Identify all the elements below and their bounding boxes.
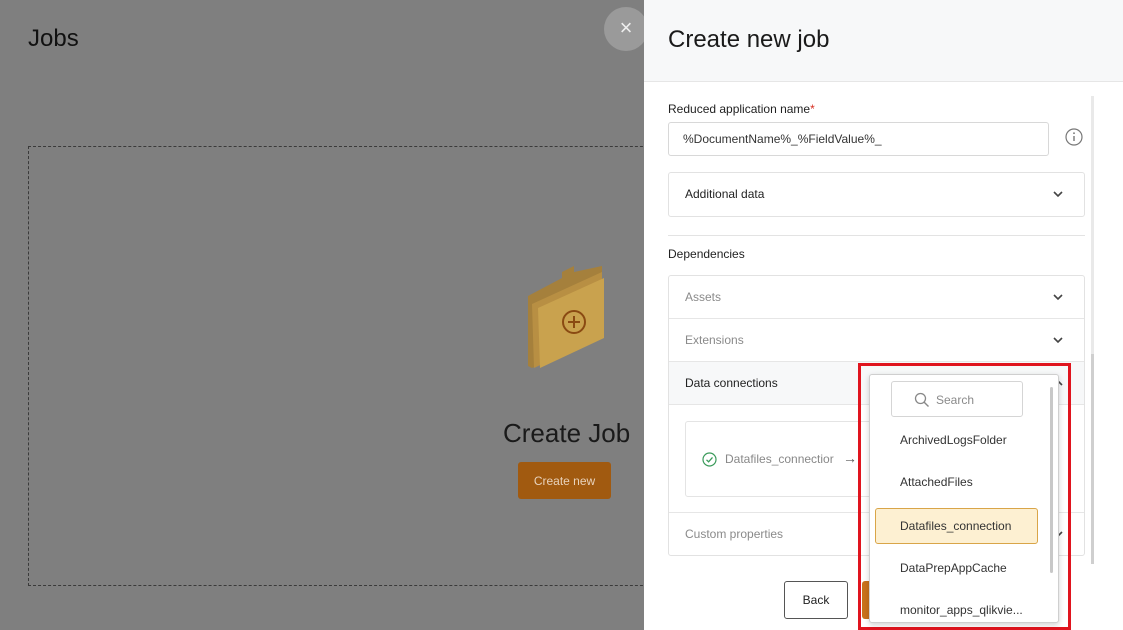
- close-icon: ×: [619, 15, 633, 40]
- check-circle-icon: [702, 452, 717, 467]
- additional-data-label: Additional data: [685, 187, 765, 201]
- dropdown-scrollbar[interactable]: [1050, 387, 1053, 573]
- folder-add-icon: [528, 266, 604, 368]
- data-connection-dropdown: Search ArchivedLogsFolder AttachedFiles …: [869, 374, 1059, 623]
- custom-properties-label: Custom properties: [685, 527, 784, 541]
- drawer-scrollbar[interactable]: [1091, 96, 1094, 564]
- info-icon[interactable]: [1065, 128, 1083, 146]
- page-title: Jobs: [28, 25, 79, 52]
- assets-label: Assets: [685, 290, 722, 304]
- dropdown-option[interactable]: AttachedFiles: [876, 464, 1039, 500]
- dropdown-option[interactable]: DataPrepAppCache: [876, 550, 1039, 586]
- create-new-button[interactable]: Create new: [518, 462, 611, 499]
- accordion-extensions[interactable]: Extensions: [669, 319, 1084, 362]
- accordion-assets[interactable]: Assets: [669, 276, 1084, 319]
- empty-state-title: Create Job: [503, 418, 631, 448]
- drawer-scrollbar-thumb[interactable]: [1091, 354, 1094, 564]
- dropdown-search-input[interactable]: Search: [891, 381, 1023, 417]
- dropdown-option[interactable]: ArchivedLogsFolder: [876, 422, 1039, 458]
- additional-data-toggle[interactable]: Additional data: [669, 173, 1084, 216]
- close-drawer-button[interactable]: ×: [604, 7, 648, 51]
- section-divider: [668, 235, 1085, 236]
- reduced-name-label: Reduced application name*: [668, 102, 815, 116]
- dropdown-option[interactable]: monitor_apps_qlikvie...: [876, 592, 1039, 622]
- search-icon: [914, 392, 929, 407]
- dependencies-label: Dependencies: [668, 247, 745, 261]
- dropdown-option-selected[interactable]: Datafiles_connection: [875, 508, 1038, 544]
- additional-data-panel: Additional data: [668, 172, 1085, 217]
- chevron-down-icon: [1053, 294, 1063, 301]
- chevron-down-icon: [1053, 191, 1063, 198]
- drawer-title: Create new job: [668, 26, 830, 53]
- drawer-header: Create new job: [644, 0, 1123, 82]
- data-connection-card[interactable]: Datafiles_connectior →: [685, 421, 875, 497]
- extensions-label: Extensions: [685, 333, 744, 347]
- jobs-page-background: Jobs Create Job Create new: [0, 0, 668, 630]
- data-connections-label: Data connections: [685, 376, 778, 390]
- reduced-name-input[interactable]: [668, 122, 1049, 156]
- search-placeholder: Search: [936, 393, 975, 407]
- required-mark: *: [810, 102, 815, 116]
- data-connection-name: Datafiles_connectior: [725, 452, 834, 466]
- arrow-right-icon: →: [843, 450, 857, 466]
- back-button[interactable]: Back: [784, 581, 848, 619]
- chevron-down-icon: [1053, 337, 1063, 344]
